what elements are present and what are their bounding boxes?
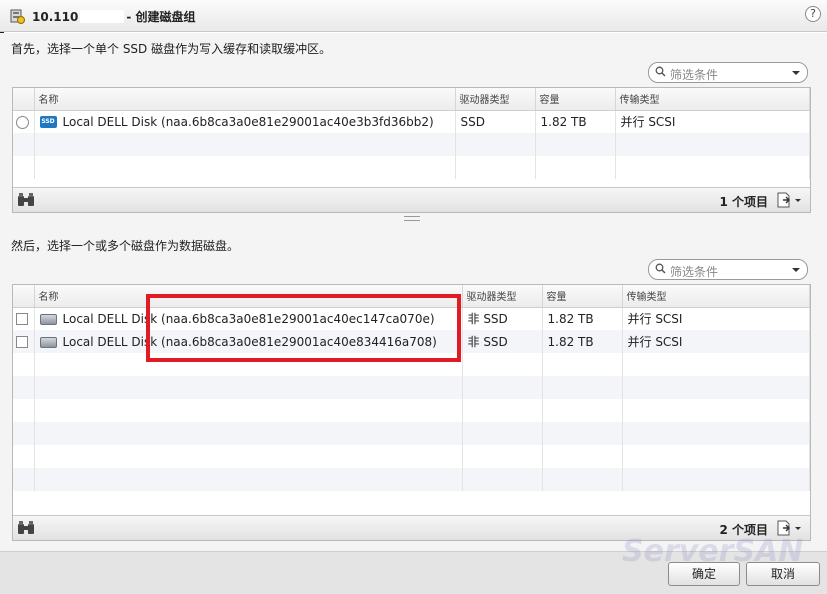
transport-cell: 并行 SCSI — [622, 307, 810, 330]
empty-row — [13, 399, 810, 422]
splitter-handle[interactable] — [404, 216, 420, 221]
empty-row — [13, 422, 810, 445]
column-header-capacity[interactable]: 容量 — [542, 285, 623, 308]
disk-group-icon — [10, 9, 25, 24]
empty-row — [13, 156, 810, 179]
table-row[interactable]: Local DELL Disk (naa.6b8ca3a0e81e29001ac… — [13, 330, 810, 353]
column-header-drive-type[interactable]: 驱动器类型 — [462, 285, 543, 308]
column-header-capacity[interactable]: 容量 — [535, 88, 616, 111]
drive-type-cell: 非 SSD — [462, 307, 543, 330]
title-host: 10.110 — [32, 10, 79, 24]
item-count: 2 个项目 — [719, 523, 768, 537]
dialog-title: 10.110 - 创建磁盘组 — [32, 8, 195, 25]
empty-row — [13, 468, 810, 491]
search-icon — [655, 66, 666, 77]
cache-instruction: 首先，选择一个单个 SSD 磁盘作为写入缓存和读取缓冲区。 — [11, 42, 332, 56]
capacity-cell: 1.82 TB — [542, 307, 623, 330]
data-disk-grid: 名称 驱动器类型 容量 传输类型 Local DELL Disk (naa.6b… — [12, 284, 811, 541]
data-grid-footer: 2 个项目 — [13, 515, 810, 540]
redacted-mask — [80, 10, 125, 23]
disk-name-cell: SSD Local DELL Disk (naa.6b8ca3a0e81e2900… — [34, 110, 456, 133]
cache-disk-table: 名称 驱动器类型 容量 传输类型 SSD Local DELL Disk (naa… — [13, 88, 810, 179]
empty-row — [13, 376, 810, 399]
title-action: - 创建磁盘组 — [126, 10, 196, 24]
export-icon[interactable] — [776, 520, 804, 536]
disk-name-cell: Local DELL Disk (naa.6b8ca3a0e81e29001ac… — [34, 307, 463, 330]
row-select-cell[interactable] — [13, 110, 35, 133]
cancel-button[interactable]: 取消 — [746, 562, 820, 586]
export-icon[interactable] — [776, 192, 804, 208]
disk-name: Local DELL Disk (naa.6b8ca3a0e81e29001ac… — [62, 114, 434, 129]
hdd-icon — [39, 336, 57, 348]
table-row[interactable]: SSD Local DELL Disk (naa.6b8ca3a0e81e2900… — [13, 110, 810, 133]
dialog-button-bar: 确定 取消 — [0, 551, 827, 594]
column-header-select — [13, 285, 35, 308]
data-filter-input[interactable]: 筛选条件 — [648, 259, 808, 280]
empty-row — [13, 445, 810, 468]
hdd-icon — [39, 313, 57, 325]
dialog-titlebar: 10.110 - 创建磁盘组 ? — [0, 0, 827, 32]
column-header-transport[interactable]: 传输类型 — [622, 285, 810, 308]
drive-type-cell: SSD — [455, 110, 536, 133]
chevron-down-icon[interactable] — [792, 268, 800, 272]
ok-button[interactable]: 确定 — [668, 562, 740, 586]
capacity-cell: 1.82 TB — [542, 330, 623, 353]
chevron-down-icon[interactable] — [792, 71, 800, 75]
capacity-cell: 1.82 TB — [535, 110, 616, 133]
ssd-icon: SSD — [39, 116, 57, 129]
table-header: 名称 驱动器类型 容量 传输类型 — [13, 285, 810, 308]
drive-type-cell: 非 SSD — [462, 330, 543, 353]
row-select-cell[interactable] — [13, 307, 35, 330]
item-count: 1 个项目 — [719, 195, 768, 209]
table-row[interactable]: Local DELL Disk (naa.6b8ca3a0e81e29001ac… — [13, 307, 810, 330]
cache-disk-grid: 名称 驱动器类型 容量 传输类型 SSD Local DELL Disk (naa… — [12, 87, 811, 213]
cache-grid-footer: 1 个项目 — [13, 187, 810, 212]
disk-name: Local DELL Disk (naa.6b8ca3a0e81e29001ac… — [62, 311, 435, 326]
row-select-cell[interactable] — [13, 330, 35, 353]
data-disk-table: 名称 驱动器类型 容量 传输类型 Local DELL Disk (naa.6b… — [13, 285, 810, 491]
data-instruction: 然后，选择一个或多个磁盘作为数据磁盘。 — [11, 239, 240, 253]
row-checkbox[interactable] — [16, 313, 28, 326]
filter-placeholder: 筛选条件 — [670, 68, 719, 82]
column-header-name[interactable]: 名称 — [34, 285, 463, 308]
cache-filter-input[interactable]: 筛选条件 — [648, 62, 808, 83]
transport-cell: 并行 SCSI — [615, 110, 810, 133]
empty-row — [13, 133, 810, 156]
disk-name: Local DELL Disk (naa.6b8ca3a0e81e29001ac… — [62, 334, 437, 349]
binoculars-icon[interactable] — [17, 193, 35, 207]
search-icon — [655, 263, 666, 274]
empty-row — [13, 353, 810, 376]
help-icon[interactable]: ? — [805, 6, 821, 22]
transport-cell: 并行 SCSI — [622, 330, 810, 353]
filter-placeholder: 筛选条件 — [670, 265, 719, 279]
column-header-drive-type[interactable]: 驱动器类型 — [455, 88, 536, 111]
disk-name-cell: Local DELL Disk (naa.6b8ca3a0e81e29001ac… — [34, 330, 463, 353]
column-header-transport[interactable]: 传输类型 — [615, 88, 810, 111]
column-header-name[interactable]: 名称 — [34, 88, 456, 111]
table-header: 名称 驱动器类型 容量 传输类型 — [13, 88, 810, 111]
radio-button[interactable] — [16, 115, 29, 129]
column-header-select — [13, 88, 35, 111]
row-checkbox[interactable] — [16, 336, 28, 348]
binoculars-icon[interactable] — [17, 521, 35, 535]
